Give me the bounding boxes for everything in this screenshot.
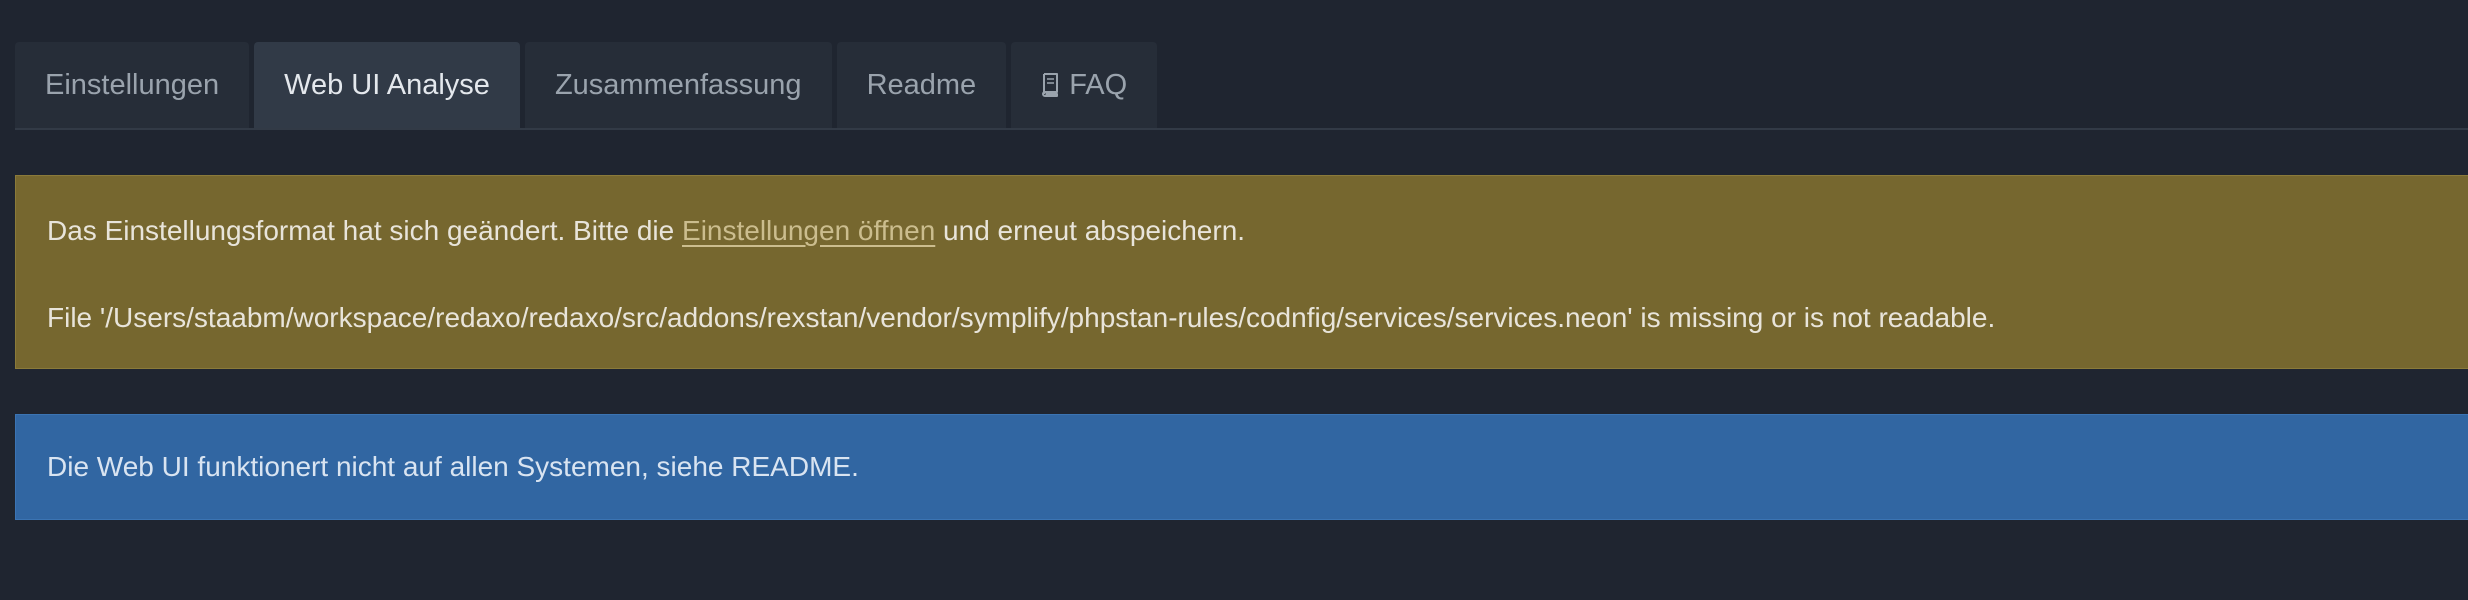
tab-label: Web UI Analyse [284, 68, 490, 101]
tab-bar: Einstellungen Web UI Analyse Zusammenfas… [15, 42, 1158, 128]
info-alert: Die Web UI funktionert nicht auf allen S… [15, 414, 2468, 520]
tab-divider [15, 128, 2468, 130]
warning-text-after: und erneut abspeichern. [935, 215, 1246, 246]
warning-file-message: File '/Users/staabm/workspace/redaxo/red… [47, 302, 1996, 333]
tab-label: Zusammenfassung [554, 68, 802, 101]
page: Einstellungen Web UI Analyse Zusammenfas… [0, 0, 2468, 600]
tab-faq[interactable]: FAQ [1011, 42, 1158, 128]
warning-format-message: Das Einstellungsformat hat sich geändert… [47, 213, 1245, 249]
warning-alert: Das Einstellungsformat hat sich geändert… [15, 175, 2468, 369]
tab-label: Readme [866, 68, 977, 101]
open-settings-link[interactable]: Einstellungen öffnen [682, 215, 935, 246]
tab-label: Einstellungen [45, 68, 220, 101]
tab-einstellungen[interactable]: Einstellungen [15, 42, 250, 128]
tab-label: FAQ [1069, 68, 1128, 101]
warning-text-before: Das Einstellungsformat hat sich geändert… [47, 215, 683, 246]
tab-zusammenfassung[interactable]: Zusammenfassung [524, 42, 832, 128]
info-message: Die Web UI funktionert nicht auf allen S… [47, 451, 859, 482]
book-icon [1042, 73, 1059, 97]
tab-readme[interactable]: Readme [836, 42, 1007, 128]
tab-web-ui-analyse[interactable]: Web UI Analyse [254, 42, 520, 128]
